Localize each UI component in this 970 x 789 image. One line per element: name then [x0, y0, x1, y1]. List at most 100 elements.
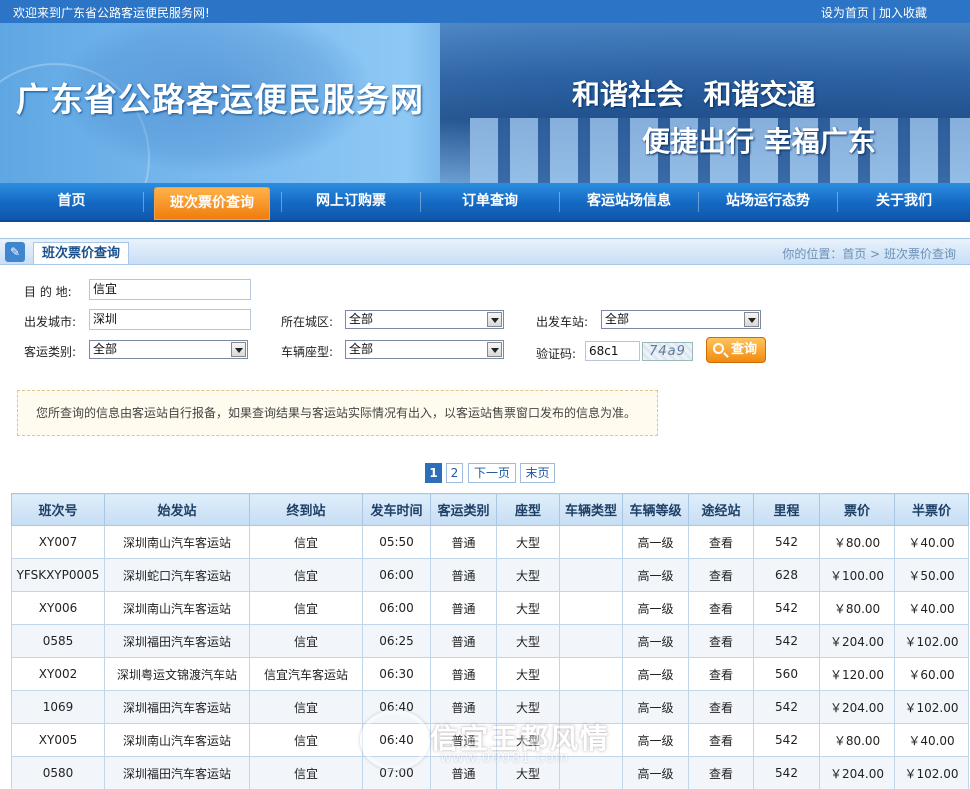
banner-slogan-2: 便捷出行 幸福广东 — [642, 125, 876, 158]
nav-station-status[interactable]: 站场运行态势 — [699, 183, 837, 220]
table-row: XY006 深圳南山汽车客运站 信宜 06:00 普通 大型 高一级 查看 542 ￥80.00 ￥… — [11, 591, 969, 625]
cell-mileage: 542 — [753, 525, 820, 559]
seat-type-select[interactable]: 全部 — [345, 340, 504, 359]
cell-mileage: 542 — [753, 690, 820, 724]
depart-city-label: 出发城市: — [24, 315, 77, 329]
cell-transport-type: 普通 — [430, 690, 497, 724]
cell-via-stations-link[interactable]: 查看 — [688, 591, 754, 625]
cell-half-fare: ￥40.00 — [894, 591, 969, 625]
cell-vehicle-type — [559, 558, 623, 592]
cell-via-stations-link[interactable]: 查看 — [688, 657, 754, 691]
cell-transport-type: 普通 — [430, 558, 497, 592]
col-seat-type: 座型 — [496, 493, 560, 526]
nav-online-booking[interactable]: 网上订购票 — [282, 183, 420, 220]
cell-mileage: 542 — [753, 624, 820, 658]
destination-input[interactable]: 信宜 — [89, 279, 251, 300]
cell-fare: ￥80.00 — [819, 525, 895, 559]
nav-order-query[interactable]: 订单查询 — [421, 183, 559, 220]
cell-via-stations-link[interactable]: 查看 — [688, 756, 754, 789]
set-home-link[interactable]: 设为首页 — [821, 6, 869, 20]
cell-vehicle-type — [559, 525, 623, 559]
top-links: 设为首页 | 加入收藏 — [821, 4, 927, 21]
table-row: 0585 深圳福田汽车客运站 信宜 06:25 普通 大型 高一级 查看 542 ￥204.00 ￥… — [11, 624, 969, 658]
cell-depart-time: 06:40 — [362, 690, 431, 724]
cell-transport-type: 普通 — [430, 591, 497, 625]
cell-transport-type: 普通 — [430, 624, 497, 658]
magnifier-icon — [713, 343, 724, 354]
cell-seat-type: 大型 — [496, 723, 560, 757]
cell-half-fare: ￥40.00 — [894, 525, 969, 559]
last-page-button[interactable]: 末页 — [520, 463, 555, 483]
nav-schedule-fare-query[interactable]: 班次票价查询 — [154, 187, 270, 220]
cell-fare: ￥100.00 — [819, 558, 895, 592]
district-select[interactable]: 全部 — [345, 310, 504, 329]
chevron-down-icon[interactable] — [487, 312, 502, 327]
cell-depart-time: 06:25 — [362, 624, 431, 658]
col-depart-time: 发车时间 — [362, 493, 431, 526]
col-mileage: 里程 — [753, 493, 820, 526]
page-2-button[interactable]: 2 — [446, 463, 463, 483]
table-row: XY005 深圳南山汽车客运站 信宜 06:40 普通 大型 高一级 查看 542 ￥80.00 ￥… — [11, 723, 969, 757]
breadcrumb: 你的位置：首页 > 班次票价查询 — [782, 247, 956, 261]
cell-via-stations-link[interactable]: 查看 — [688, 723, 754, 757]
cell-destination: 信宜 — [249, 591, 363, 625]
nav-station-info[interactable]: 客运站场信息 — [560, 183, 698, 220]
cell-origin: 深圳南山汽车客运站 — [104, 591, 250, 625]
col-fare: 票价 — [819, 493, 895, 526]
cell-vehicle-type — [559, 756, 623, 789]
cell-fare: ￥80.00 — [819, 591, 895, 625]
cell-origin: 深圳福田汽车客运站 — [104, 624, 250, 658]
destination-label: 目 的 地: — [24, 285, 72, 299]
cell-seat-type: 大型 — [496, 558, 560, 592]
cell-destination: 信宜 — [249, 525, 363, 559]
cell-half-fare: ￥102.00 — [894, 690, 969, 724]
cell-transport-type: 普通 — [430, 756, 497, 789]
schedule-table: 班次号 始发站 终到站 发车时间 客运类别 座型 车辆类型 车辆等级 途经站 里… — [11, 493, 969, 789]
captcha-input[interactable]: 68c1 — [585, 341, 640, 361]
cell-via-stations-link[interactable]: 查看 — [688, 525, 754, 559]
next-page-button[interactable]: 下一页 — [468, 463, 516, 483]
table-row: YFSKXYP0005 深圳蛇口汽车客运站 信宜 06:00 普通 大型 高一级 查看 628 ￥… — [11, 558, 969, 592]
site-banner: 广东省公路客运便民服务网 和谐社会 和谐交通 便捷出行 幸福广东 — [0, 23, 970, 183]
captcha-label: 验证码: — [536, 347, 577, 361]
cell-via-stations-link[interactable]: 查看 — [688, 690, 754, 724]
cell-transport-type: 普通 — [430, 657, 497, 691]
add-favorite-link[interactable]: 加入收藏 — [879, 6, 927, 20]
transport-type-select[interactable]: 全部 — [89, 340, 248, 359]
cell-vehicle-grade: 高一级 — [622, 690, 689, 724]
cell-destination: 信宜 — [249, 558, 363, 592]
cell-seat-type: 大型 — [496, 657, 560, 691]
chevron-down-icon[interactable] — [487, 342, 502, 357]
table-row: 1069 深圳福田汽车客运站 信宜 06:40 普通 大型 高一级 查看 542 ￥204.00 ￥… — [11, 690, 969, 724]
depart-city-input[interactable]: 深圳 — [89, 309, 251, 330]
cell-via-stations-link[interactable]: 查看 — [688, 558, 754, 592]
cell-vehicle-grade: 高一级 — [622, 756, 689, 789]
nav-home[interactable]: 首页 — [0, 183, 143, 220]
seat-type-label: 车辆座型: — [281, 345, 334, 359]
cell-fare: ￥204.00 — [819, 624, 895, 658]
cell-seat-type: 大型 — [496, 624, 560, 658]
col-vehicle-type: 车辆类型 — [559, 493, 623, 526]
cell-vehicle-grade: 高一级 — [622, 525, 689, 559]
cell-via-stations-link[interactable]: 查看 — [688, 624, 754, 658]
cell-trip-no: 0580 — [11, 756, 105, 789]
banner-slogan-1: 和谐社会 和谐交通 — [572, 78, 816, 111]
cell-depart-time: 06:30 — [362, 657, 431, 691]
cell-mileage: 542 — [753, 723, 820, 757]
cell-vehicle-grade: 高一级 — [622, 558, 689, 592]
page-1-button[interactable]: 1 — [425, 463, 442, 483]
cell-depart-time: 06:00 — [362, 591, 431, 625]
query-button[interactable]: 查询 — [706, 337, 766, 363]
top-links-separator: | — [871, 6, 876, 20]
cell-vehicle-type — [559, 723, 623, 757]
depart-station-select[interactable]: 全部 — [601, 310, 761, 329]
cell-mileage: 628 — [753, 558, 820, 592]
cell-trip-no: XY007 — [11, 525, 105, 559]
cell-vehicle-type — [559, 690, 623, 724]
chevron-down-icon[interactable] — [231, 342, 246, 357]
nav-about-us[interactable]: 关于我们 — [838, 183, 970, 220]
chevron-down-icon[interactable] — [744, 312, 759, 327]
cell-transport-type: 普通 — [430, 723, 497, 757]
captcha-image[interactable]: 74a9 — [642, 342, 693, 361]
cell-seat-type: 大型 — [496, 756, 560, 789]
